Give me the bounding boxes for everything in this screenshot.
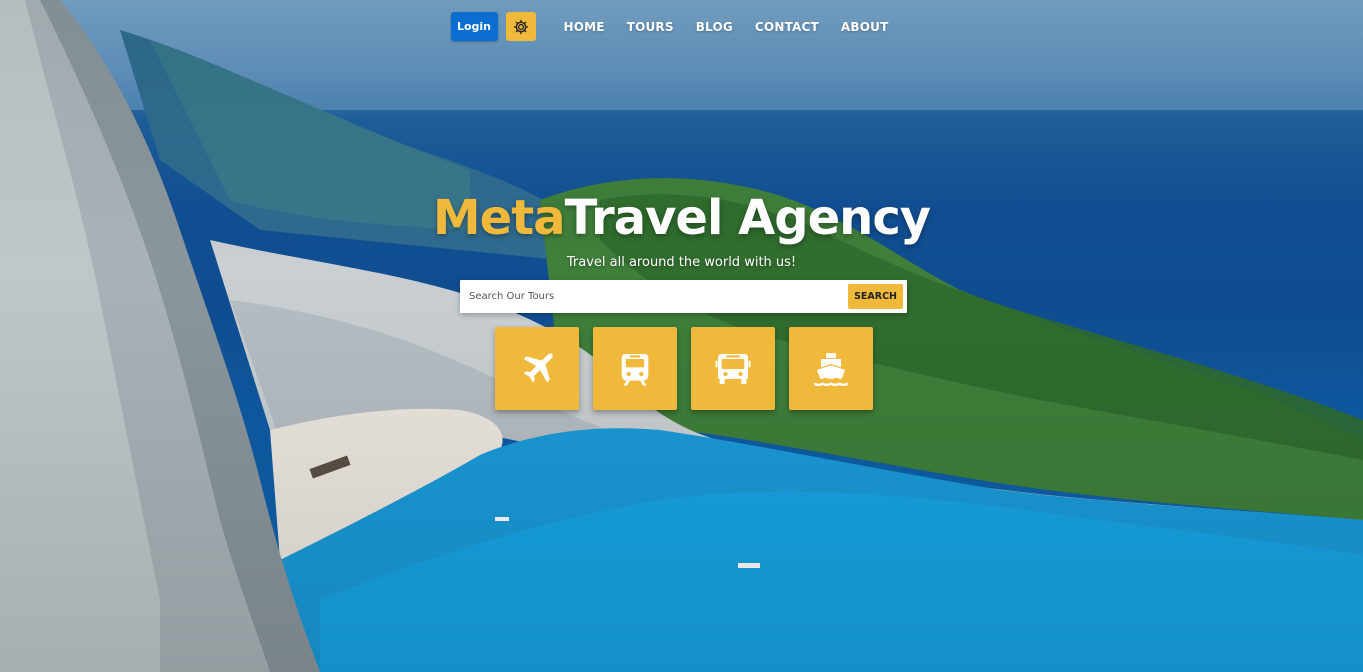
search-input[interactable]: [469, 291, 849, 302]
hero-title: MetaTravel Agency: [0, 190, 1363, 246]
category-buses[interactable]: [691, 327, 775, 410]
bus-icon: [715, 353, 751, 384]
nav-link-home[interactable]: HOME: [564, 20, 605, 34]
theme-toggle-button[interactable]: [505, 12, 536, 41]
hero-subtitle: Travel all around the world with us!: [566, 255, 797, 270]
nav-link-contact[interactable]: CONTACT: [755, 20, 819, 34]
hero-title-accent: Meta: [432, 190, 566, 246]
ship-icon: [814, 352, 848, 386]
category-trains[interactable]: [593, 327, 677, 410]
nav-actions: Login: [450, 12, 536, 41]
category-flights[interactable]: [495, 327, 579, 410]
category-cruises[interactable]: [789, 327, 873, 410]
transport-categories: [495, 327, 873, 410]
search-button[interactable]: SEARCH: [848, 284, 903, 309]
train-icon: [621, 353, 649, 386]
nav-link-blog[interactable]: BLOG: [696, 20, 733, 34]
nav-link-about[interactable]: ABOUT: [841, 20, 889, 34]
top-navigation: Login HOME TOURS BLOG CONTACT ABOUT: [0, 12, 1363, 41]
plane-icon: [523, 352, 553, 382]
search-bar: SEARCH: [460, 280, 907, 313]
nav-link-tours[interactable]: TOURS: [627, 20, 674, 34]
nav-links: HOME TOURS BLOG CONTACT ABOUT: [564, 20, 889, 34]
login-button[interactable]: Login: [450, 12, 498, 41]
hero-title-rest: Travel Agency: [564, 190, 932, 246]
gear-icon: [513, 19, 528, 34]
